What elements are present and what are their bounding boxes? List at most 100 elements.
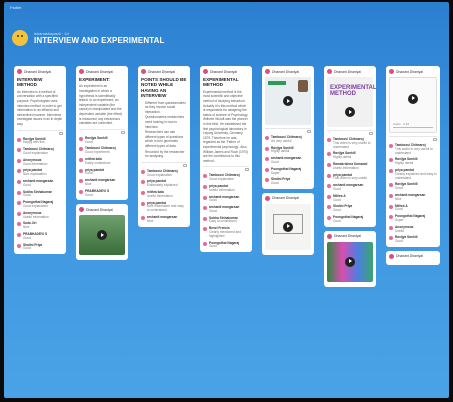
post-body: An Interview is a method of conversation… — [17, 89, 63, 126]
comment: arshanti mangarsan Nice — [79, 178, 125, 187]
comment: priya pandat Nice information and easy to… — [141, 201, 187, 213]
comment: Tamboosi Chitmaroj It's very useful — [265, 135, 311, 144]
post-card-video[interactable]: Dhanant Dhaniyal Tamboosi Chitmaroj It's … — [262, 66, 314, 189]
comment: Poongothai Nagaraj Good — [327, 215, 373, 224]
author-avatar — [327, 69, 332, 74]
column-points: Dhanant Dhaniyal POINTS SHOULD BE NOTED … — [138, 66, 190, 231]
post-card[interactable]: Dhanant Dhaniyal — [386, 250, 440, 265]
play-icon[interactable] — [345, 256, 355, 267]
bullet-item: Questionnaires researchers need training… — [145, 115, 187, 129]
bullet-item: Recorded by the researcher for analysing… — [145, 150, 187, 159]
columns-area: Dhanant Dhaniyal INTERVIEW METHOD An Int… — [14, 66, 446, 396]
comment: Shalini Priya Good — [17, 243, 63, 252]
play-icon[interactable] — [345, 107, 355, 117]
video-title-text: EXPERIMENTAL METHOD — [330, 85, 376, 98]
comment: Anonymous Good information — [17, 158, 63, 167]
comment-icon[interactable] — [245, 168, 249, 172]
comment: mithra kala Useful information — [141, 190, 187, 199]
comment-icon[interactable] — [433, 138, 437, 141]
post-card-video[interactable]: Dhanant Dhaniyal — [262, 192, 314, 255]
board-title: INTERVIEW AND EXPERIMENTAL — [34, 36, 165, 45]
comment: Ravijya Sanhill Highly useful — [265, 146, 311, 155]
comment: Ravijya Sanhill Highly useful — [327, 151, 373, 160]
column-lecture-video: Dhanant Dhaniyal Tamboosi Chitmaroj It's … — [262, 66, 314, 259]
comment: Tamboosi Chitmaroj This audio is very use… — [389, 143, 437, 155]
comment-icon[interactable] — [121, 130, 125, 134]
comment: priya pandat Nice explanation — [17, 168, 63, 177]
comment: PRABHADEVI S Good — [79, 189, 125, 198]
post-card[interactable]: Dhanant Dhaniyal EXPERIMENTAL METHOD Exp… — [200, 66, 252, 253]
audio-progress[interactable] — [393, 127, 433, 128]
video-thumbnail[interactable] — [79, 215, 125, 256]
author-avatar — [141, 69, 146, 74]
play-icon[interactable] — [408, 93, 418, 104]
author-avatar — [389, 69, 394, 74]
comment: Anonymous Useful information — [17, 211, 63, 220]
post-card[interactable]: Dhanant Dhaniyal EXPERIMENT: An experime… — [76, 66, 128, 201]
video-thumbnail[interactable]: EXPERIMENTAL METHOD — [327, 77, 376, 127]
comment: Tamboosi Chitmaroj Good explanation — [141, 169, 187, 178]
post-card-video[interactable]: Dhanant Dhaniyal — [76, 204, 128, 261]
comment: arshanti mangarsan Good — [265, 156, 311, 165]
post-card-video[interactable]: Dhanant Dhaniyal — [324, 230, 376, 287]
post-title: INTERVIEW METHOD — [17, 77, 43, 88]
comment: Tamboosi Chitmaroj Good experiment — [79, 146, 125, 155]
comment: Ravijya Sanhill Highly useful — [389, 157, 437, 166]
comment: priya pandat Clearly explained and easy t… — [389, 168, 437, 180]
comment: arshanti mangarsan Nice — [141, 215, 187, 224]
app-topbar: Padlet — [10, 5, 22, 10]
bullet-item: Researchers can ask different types of q… — [145, 130, 187, 148]
comment: priya pandat Useful information — [203, 184, 249, 193]
comment: Suda Jiri Nice — [17, 221, 63, 230]
padlet-board: Padlet ishanashopauli · 1d INTERVIEW AND… — [4, 2, 449, 398]
comment: Poongothai Nagaraj Good — [203, 241, 249, 250]
play-icon[interactable] — [283, 221, 293, 232]
play-icon[interactable] — [283, 96, 293, 106]
author-avatar — [79, 69, 84, 74]
comment: Poongothai Nagaraj Good explanation — [17, 200, 63, 209]
comment: Tamboosi Chitmaroj This video is very use… — [327, 137, 373, 149]
column-experimental-video: Dhanant Dhaniyal EXPERIMENTAL METHOD Tam… — [324, 66, 376, 291]
post-bullets: Different from questionnaires as they in… — [141, 101, 187, 159]
author-name: Dhanant Dhaniyal — [334, 69, 361, 74]
author-name: Dhanant Dhaniyal — [24, 69, 51, 74]
post-card[interactable]: Dhanant Dhaniyal POINTS SHOULD BE NOTED … — [138, 66, 190, 227]
comment: Ravijya Sanhill Good — [389, 182, 437, 191]
comment-icon[interactable] — [307, 130, 311, 133]
comment: Mithra A Good — [327, 194, 373, 203]
audio-label: Audio · 0:15 — [393, 122, 410, 126]
author-avatar — [17, 69, 22, 74]
post-card-audio[interactable]: Dhanant Dhaniyal Audio · 0:15 Tamboosi C… — [386, 66, 440, 247]
comment: priya pandat Good — [79, 168, 125, 177]
comment-icon[interactable] — [369, 132, 373, 135]
post-body: Experimental method is the most scientif… — [203, 89, 249, 163]
comment: Sobha Sinhakumar Easy to understand — [203, 216, 249, 225]
comment-icon[interactable] — [183, 163, 187, 167]
author-name: Dhanant Dhaniyal — [86, 69, 113, 74]
bullet-item: Different from questionnaires as they in… — [145, 101, 187, 115]
comment: Anonymous Useful — [389, 225, 437, 234]
comment: Shalini Priya Good — [327, 204, 373, 213]
comment: arshanti mangarsan Nice — [389, 193, 437, 202]
comment-icon[interactable] — [59, 131, 63, 135]
post-card[interactable]: Dhanant Dhaniyal INTERVIEW METHOD An Int… — [14, 66, 66, 255]
post-title: POINTS SHOULD BE NOTED WHILE HAVING AN I… — [141, 77, 187, 99]
author-avatar — [265, 69, 270, 74]
comment: Mithra A Good — [389, 204, 437, 213]
board-avatar-icon — [12, 30, 28, 46]
video-thumbnail[interactable] — [327, 241, 373, 282]
post-title: EXPERIMENTAL METHOD — [203, 77, 239, 88]
video-thumbnail[interactable] — [265, 77, 311, 125]
audio-player[interactable]: Audio · 0:15 — [389, 77, 437, 133]
comment: Ravijya Sanhill Happy with this — [17, 137, 63, 146]
comment: arshanti mangarsan Good — [203, 205, 249, 214]
comment: Tamboosi Chitmaroj Good explanation — [17, 147, 63, 156]
comment: PRABHADEVI S Good — [17, 232, 63, 241]
post-card-video[interactable]: Dhanant Dhaniyal EXPERIMENTAL METHOD Tam… — [324, 66, 376, 227]
column-interview-method: Dhanant Dhaniyal INTERVIEW METHOD An Int… — [14, 66, 66, 258]
author-name: Dhanant Dhaniyal — [210, 69, 237, 74]
column-audio: Dhanant Dhaniyal Audio · 0:15 Tamboosi C… — [386, 66, 440, 269]
comment: Ravijya Sanhill Good — [79, 136, 125, 145]
video-thumbnail[interactable] — [265, 203, 311, 250]
comment: Sobha Sinhakumar Good — [17, 190, 63, 199]
